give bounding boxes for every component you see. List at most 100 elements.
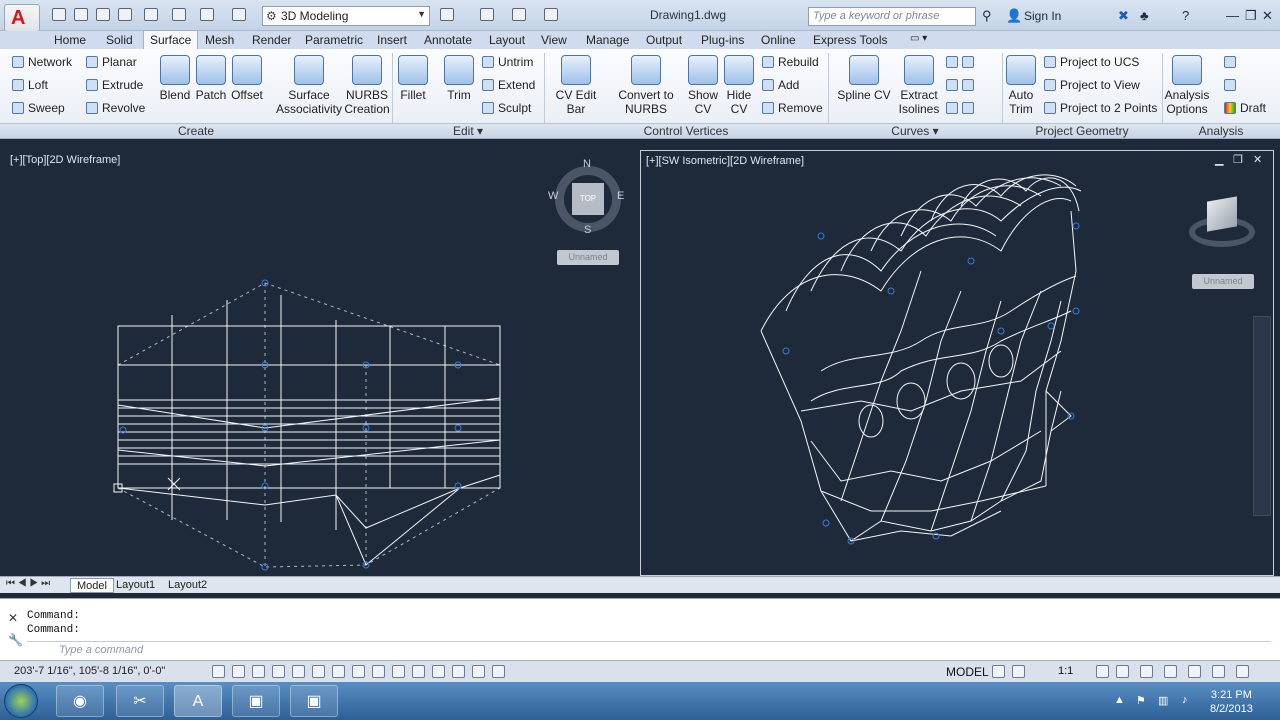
start-button[interactable]	[4, 684, 38, 718]
viewport-top[interactable]: [+][Top][2D Wireframe] TOP N S E W Unnam…	[0, 150, 639, 576]
infer-constraints-icon[interactable]	[212, 665, 225, 678]
chrome-icon[interactable]: ◉	[56, 685, 104, 717]
lineweight-icon[interactable]	[412, 665, 425, 678]
help-icon[interactable]: ?	[1182, 8, 1189, 23]
add-cv-button[interactable]: Add	[762, 78, 799, 92]
curve-tools-grid[interactable]	[946, 101, 978, 115]
3d-object-snap-icon[interactable]	[332, 665, 345, 678]
tab-mesh[interactable]: Mesh	[199, 31, 240, 49]
rebuild-button[interactable]: Rebuild	[762, 55, 819, 69]
auto-scale-icon[interactable]	[1116, 665, 1129, 678]
rotate-tool-icon[interactable]	[480, 8, 494, 21]
viewcube-compass[interactable]: TOP	[555, 166, 621, 232]
command-input[interactable]: Type a command	[27, 641, 1271, 658]
show-cv-button[interactable]: Show CV	[686, 55, 720, 116]
tab-layout1[interactable]: Layout1	[110, 578, 161, 593]
undo-icon[interactable]	[172, 8, 186, 21]
cv-edit-bar-button[interactable]: CV Edit Bar	[548, 55, 604, 116]
viewcube-top-face[interactable]: TOP	[572, 183, 604, 215]
app-taskbar-icon[interactable]: ▣	[232, 685, 280, 717]
zebra-analysis-button[interactable]	[1224, 55, 1240, 69]
dynamic-input-icon[interactable]	[392, 665, 405, 678]
ortho-mode-icon[interactable]	[272, 665, 285, 678]
extend-button[interactable]: Extend	[482, 78, 535, 92]
new-icon[interactable]	[52, 8, 66, 21]
object-snap-tracking-icon[interactable]	[352, 665, 365, 678]
project-to-view-button[interactable]: Project to View	[1044, 78, 1140, 92]
line-tool-icon[interactable]	[512, 8, 526, 21]
sculpt-button[interactable]: Sculpt	[482, 101, 531, 115]
ucs-menu[interactable]: Unnamed	[1192, 274, 1254, 289]
save-as-icon[interactable]	[118, 8, 132, 21]
coordinate-readout[interactable]: 203'-7 1/16", 105'-8 1/16", 0'-0"	[14, 665, 165, 677]
curve-tools-grid[interactable]	[946, 78, 978, 92]
command-close-icon[interactable]: ✕	[8, 611, 18, 625]
tab-online[interactable]: Online	[755, 31, 802, 49]
selection-cycling-icon[interactable]	[472, 665, 485, 678]
tab-parametric[interactable]: Parametric	[299, 31, 369, 49]
tab-home[interactable]: Home	[48, 31, 92, 49]
project-to-2-points-button[interactable]: Project to 2 Points	[1044, 101, 1157, 115]
tab-solid[interactable]: Solid	[100, 31, 139, 49]
tab-model[interactable]: Model	[70, 578, 114, 593]
tab-layout2[interactable]: Layout2	[162, 578, 213, 593]
exchange-icon[interactable]: ✖	[1118, 8, 1129, 24]
tab-output[interactable]: Output	[640, 31, 688, 49]
quick-view-drawings-icon[interactable]	[1012, 665, 1025, 678]
isolate-objects-icon[interactable]	[1212, 665, 1225, 678]
viewcube-box[interactable]	[1207, 196, 1237, 232]
transparency-icon[interactable]	[432, 665, 445, 678]
tray-up-arrow-icon[interactable]: ▲	[1114, 694, 1125, 706]
patch-button[interactable]: Patch	[194, 55, 228, 102]
blend-button[interactable]: Blend	[158, 55, 192, 102]
help-network-icon[interactable]: ♣	[1140, 8, 1149, 23]
annotation-monitor-icon[interactable]	[492, 665, 505, 678]
open-icon[interactable]	[74, 8, 88, 21]
loft-button[interactable]: Loft	[12, 78, 48, 92]
trim-button[interactable]: Trim	[444, 55, 474, 102]
workspace-switching-icon[interactable]	[1140, 665, 1153, 678]
offset-button[interactable]: Offset	[228, 55, 266, 102]
snap-mode-icon[interactable]	[232, 665, 245, 678]
tab-annotate[interactable]: Annotate	[418, 31, 478, 49]
snipping-tool-icon[interactable]: ✂	[116, 685, 164, 717]
paint-icon[interactable]	[544, 8, 558, 21]
close-icon[interactable]: ✕	[1262, 8, 1273, 24]
quick-properties-icon[interactable]	[452, 665, 465, 678]
binoculars-icon[interactable]: ⚲	[982, 8, 992, 24]
untrim-button[interactable]: Untrim	[482, 55, 533, 69]
edit-panel-title[interactable]: Edit ▾	[392, 123, 544, 138]
curve-tools-grid[interactable]	[946, 55, 978, 69]
workspace-dropdown[interactable]: ⚙ 3D Modeling ▼	[262, 6, 430, 26]
app-taskbar-icon[interactable]: ▣	[290, 685, 338, 717]
hardware-acceleration-icon[interactable]	[1188, 665, 1201, 678]
lock-icon[interactable]	[1164, 665, 1177, 678]
toolbar-tool-icon[interactable]	[440, 8, 454, 21]
curves-panel-title[interactable]: Curves ▾	[828, 123, 1002, 138]
clean-screen-icon[interactable]	[1236, 665, 1249, 678]
tab-layout[interactable]: Layout	[483, 31, 531, 49]
application-menu-button[interactable]: A	[4, 4, 40, 32]
object-snap-icon[interactable]	[312, 665, 325, 678]
workspace-switch-icon[interactable]	[232, 8, 246, 21]
tab-express-tools[interactable]: Express Tools	[807, 31, 893, 49]
network-button[interactable]: Network	[12, 55, 72, 69]
model-space-toggle[interactable]: MODEL	[946, 665, 989, 679]
revolve-button[interactable]: Revolve	[86, 101, 145, 115]
search-input[interactable]: Type a keyword or phrase	[808, 7, 976, 26]
ucs-menu[interactable]: Unnamed	[557, 250, 619, 265]
tab-manage[interactable]: Manage	[580, 31, 635, 49]
tab-surface[interactable]: Surface	[143, 30, 199, 50]
planar-button[interactable]: Planar	[86, 55, 137, 69]
surface-associativity-button[interactable]: Surface Associativity	[274, 55, 344, 116]
command-settings-icon[interactable]: 🔧	[8, 633, 23, 647]
tray-flag-icon[interactable]: ⚑	[1136, 694, 1146, 707]
convert-to-nurbs-button[interactable]: Convert to NURBS	[616, 55, 676, 116]
tab-render[interactable]: Render	[246, 31, 297, 49]
tab-view[interactable]: View	[535, 31, 573, 49]
project-to-ucs-button[interactable]: Project to UCS	[1044, 55, 1139, 69]
tray-volume-icon[interactable]: ♪	[1182, 694, 1188, 706]
ribbon-minimize-icon[interactable]: ▭ ▾	[904, 31, 933, 49]
spline-cv-button[interactable]: Spline CV	[836, 55, 892, 102]
polar-tracking-icon[interactable]	[292, 665, 305, 678]
